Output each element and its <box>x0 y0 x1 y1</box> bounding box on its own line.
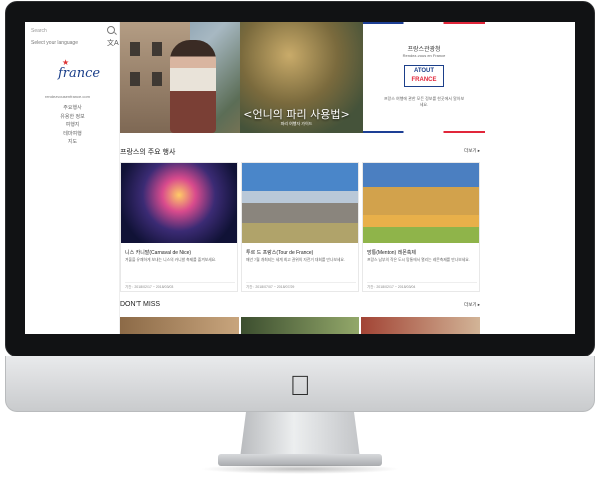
nav-item-info[interactable]: 유용한 정보 <box>25 113 120 122</box>
dontmiss-image-strip <box>120 317 481 334</box>
flag-stripe-top <box>363 22 485 24</box>
event-card-menton[interactable]: 망통(Menton) 레몬축제 프랑스 남부의 작은 도시 망통에서 열리는 레… <box>362 162 480 292</box>
atout-france-logo[interactable]: ATOUT FRANCE <box>404 65 444 87</box>
search-label[interactable]: Search <box>31 28 47 34</box>
card-image-tour <box>242 163 358 243</box>
nav-item-themes[interactable]: 테마여행 <box>25 130 120 139</box>
monitor-stand-neck <box>240 412 360 458</box>
info-title: 프랑스관광청 <box>407 47 441 53</box>
info-description: 프랑스 여행에 관한 모든 정보를 한곳에서 알아보세요. <box>383 96 465 107</box>
card-description: 프랑스 남부의 작은 도시 망통에서 열리는 레몬축제를 만나보세요. <box>367 258 470 262</box>
hero-title: <언니의 파리 사용법> <box>243 108 350 121</box>
event-cards: 니스 카니발(Carnaval de Nice) 겨울을 유쾌하게 보내는 니스… <box>120 162 480 292</box>
card-title: 투르 드 프랑스(Tour de France) <box>246 250 314 256</box>
card-date: 기간 : 2018/02/17 ~ 2018/03/04 <box>367 282 477 290</box>
event-card-nice-carnival[interactable]: 니스 카니발(Carnaval de Nice) 겨울을 유쾌하게 보내는 니스… <box>120 162 238 292</box>
hero-person-image <box>170 40 216 133</box>
atout-logo-line2: FRANCE <box>411 77 437 83</box>
card-description: 매년 7월 개최되는 세계 최고 권위의 자전거 대회를 만나보세요. <box>246 258 345 262</box>
nav-item-map[interactable]: 지도 <box>25 138 120 147</box>
event-card-tour-de-france[interactable]: 투르 드 프랑스(Tour de France) 매년 7월 개최되는 세계 최… <box>241 162 359 292</box>
dontmiss-image-2[interactable] <box>240 317 360 334</box>
apple-logo-icon:  <box>287 371 313 401</box>
atout-logo-line1: ATOUT <box>413 68 435 74</box>
nav-item-events[interactable]: 주요행사 <box>25 104 120 113</box>
events-section-header: 프랑스의 주요 행사 더보기 ▸ <box>120 147 480 157</box>
events-section-title: 프랑스의 주요 행사 <box>120 149 176 156</box>
card-date: 기간 : 2018/02/17 ~ 2018/03/03 <box>125 282 235 290</box>
sidebar: Search Select your language 文A ★ france … <box>25 22 120 334</box>
language-select[interactable]: Select your language <box>31 40 78 46</box>
dontmiss-image-1[interactable] <box>120 317 239 334</box>
website-screen: Search Select your language 文A ★ france … <box>25 22 575 334</box>
dontmiss-section-header: DON'T MISS 더보기 ▸ <box>120 301 480 311</box>
flag-stripe-bottom <box>363 131 485 133</box>
dontmiss-section-title: DON'T MISS <box>120 301 161 308</box>
stand-shadow <box>200 464 400 474</box>
site-logo[interactable]: ★ france <box>58 58 100 92</box>
nav-item-destinations[interactable]: 여행지 <box>25 121 120 130</box>
hero-subtitle: 파리 여행자 가이드 <box>280 121 313 126</box>
card-description: 겨울을 유쾌하게 보내는 니스의 카니발 축제를 즐겨보세요. <box>125 258 217 262</box>
logo-text: france <box>58 66 101 81</box>
tourism-board-panel: 프랑스관광청 Rendez-vous en France ATOUT FRANC… <box>363 22 485 133</box>
translate-icon[interactable]: 文A <box>107 38 119 48</box>
card-title: 망통(Menton) 레몬축제 <box>367 250 416 256</box>
card-image-menton <box>363 163 479 243</box>
imac-mockup: Search Select your language 文A ★ france … <box>0 0 600 483</box>
logo-url: rendezvousenfrance.com <box>45 94 90 99</box>
card-image-carnival <box>121 163 237 243</box>
sidebar-nav: 주요행사 유용한 정보 여행지 테마여행 지도 <box>25 104 120 147</box>
card-date: 기간 : 2018/07/07 ~ 2018/07/29 <box>246 282 356 290</box>
hero-banner[interactable]: <언니의 파리 사용법> 파리 여행자 가이드 <box>120 22 363 133</box>
dontmiss-image-3[interactable] <box>361 317 481 334</box>
search-icon[interactable] <box>107 26 115 34</box>
events-more-link[interactable]: 더보기 ▸ <box>464 148 480 154</box>
info-subtitle: Rendez-vous en France <box>402 53 446 58</box>
dontmiss-more-link[interactable]: 더보기 ▸ <box>464 302 480 308</box>
card-title: 니스 카니발(Carnaval de Nice) <box>125 250 192 256</box>
